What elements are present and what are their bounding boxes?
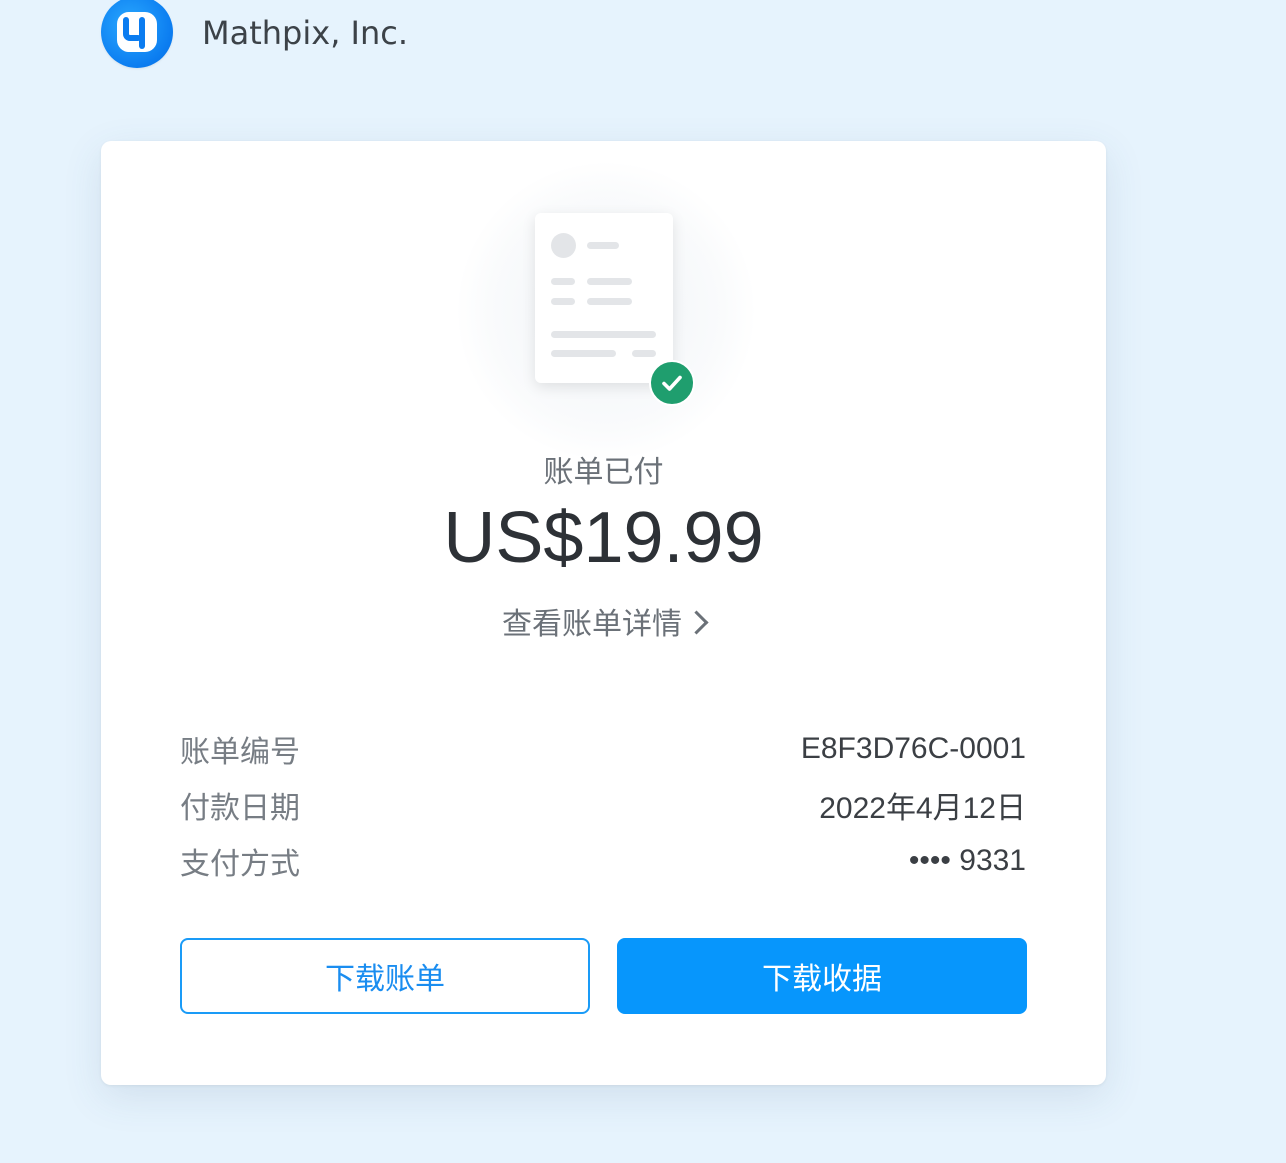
view-invoice-details-label: 查看账单详情 xyxy=(502,607,682,642)
receipt-card: 账单已付 US$19.99 查看账单详情 账单编号 E8F3D76C-0001 … xyxy=(101,141,1106,1085)
payment-date-value: 2022年4月12日 xyxy=(819,792,1026,825)
invoice-document-icon xyxy=(535,213,673,383)
check-circle-icon xyxy=(649,360,695,406)
download-receipt-button[interactable]: 下载收据 xyxy=(617,938,1027,1014)
payment-date-label: 付款日期 xyxy=(180,791,300,826)
company-name: Mathpix, Inc. xyxy=(202,14,409,52)
view-invoice-details-link[interactable]: 查看账单详情 xyxy=(101,599,1106,643)
chevron-right-icon xyxy=(684,610,709,635)
amount-paid: US$19.99 xyxy=(443,498,764,578)
mathpix-logo-icon[interactable] xyxy=(101,0,173,68)
invoice-number-label: 账单编号 xyxy=(180,735,300,770)
receipt-info-list: 账单编号 E8F3D76C-0001 付款日期 2022年4月12日 支付方式 … xyxy=(180,721,1026,889)
payment-status: 账单已付 xyxy=(543,455,664,490)
payment-method-row: 支付方式 •••• 9331 xyxy=(180,833,1026,889)
payment-date-row: 付款日期 2022年4月12日 xyxy=(180,777,1026,833)
invoice-number-row: 账单编号 E8F3D76C-0001 xyxy=(180,721,1026,777)
payment-method-value: •••• 9331 xyxy=(908,844,1026,877)
action-buttons: 下载账单 下载收据 xyxy=(180,938,1027,1014)
payment-method-label: 支付方式 xyxy=(180,847,300,882)
invoice-number-value: E8F3D76C-0001 xyxy=(800,732,1026,765)
download-invoice-button[interactable]: 下载账单 xyxy=(180,938,590,1014)
